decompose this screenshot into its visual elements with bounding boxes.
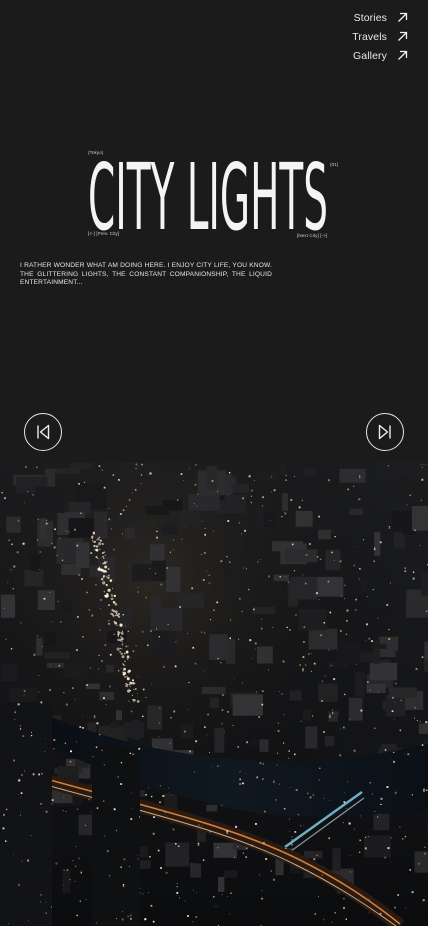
next-button[interactable] [366, 413, 404, 451]
previous-button[interactable] [24, 413, 62, 451]
city-index: (01) [330, 162, 339, 167]
skip-previous-icon [37, 424, 50, 440]
arrow-up-right-icon [398, 12, 408, 22]
nav-item-stories[interactable]: Stories [288, 8, 408, 27]
arrow-up-right-icon [398, 50, 408, 60]
nav-item-gallery[interactable]: Gallery [288, 46, 408, 65]
nav-item-travels[interactable]: Travels [288, 27, 408, 46]
arrow-up-right-icon [398, 31, 408, 41]
next-city-link[interactable]: [Next City] [->] [297, 233, 327, 238]
page-title-text: CITY LIGHTS [88, 156, 328, 234]
skip-next-icon [378, 424, 391, 440]
description-text: I rather wonder what am doing here. I en… [20, 262, 272, 287]
page-title: CITY LIGHTS [88, 156, 328, 234]
location-label: (Tokyo) [88, 150, 104, 155]
prev-city-link[interactable]: [<-] [Prev. City] [88, 231, 119, 236]
nav-item-label: Gallery [353, 49, 387, 62]
nav-item-label: Travels [352, 30, 387, 43]
nav-item-label: Stories [353, 11, 387, 24]
top-nav: Stories Travels Gallery [288, 8, 408, 65]
city-photo [0, 462, 428, 926]
hero-title-block: (Tokyo) CITY LIGHTS (01) [<-] [Prev. Cit… [88, 150, 348, 242]
city-photo-illustration [0, 462, 428, 926]
